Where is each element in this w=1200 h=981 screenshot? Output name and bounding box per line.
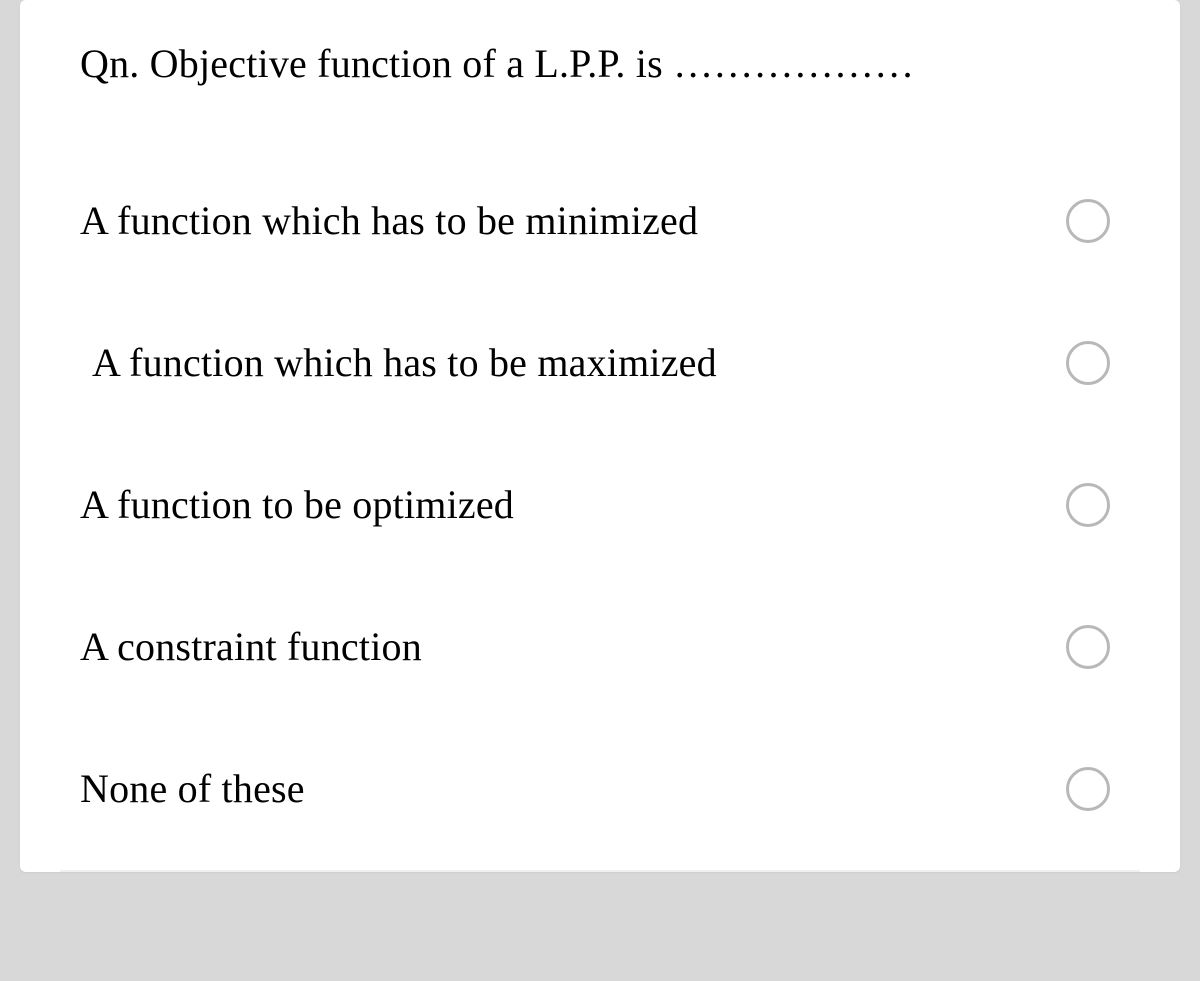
radio-button[interactable] <box>1066 483 1110 527</box>
divider <box>60 870 1140 872</box>
option-row[interactable]: A function which has to be minimized <box>80 197 1120 244</box>
question-text: Qn. Objective function of a L.P.P. is ……… <box>80 40 1120 87</box>
radio-button[interactable] <box>1066 625 1110 669</box>
option-row[interactable]: A function to be optimized <box>80 481 1120 528</box>
radio-button[interactable] <box>1066 341 1110 385</box>
option-label: A function which has to be maximized <box>80 339 1066 386</box>
option-label: A function which has to be minimized <box>80 197 1066 244</box>
radio-button[interactable] <box>1066 199 1110 243</box>
radio-button[interactable] <box>1066 767 1110 811</box>
option-row[interactable]: A function which has to be maximized <box>80 339 1120 386</box>
option-row[interactable]: A constraint function <box>80 623 1120 670</box>
options-list: A function which has to be minimized A f… <box>80 197 1120 842</box>
option-label: A constraint function <box>80 623 1066 670</box>
question-card: Qn. Objective function of a L.P.P. is ……… <box>20 0 1180 872</box>
option-label: A function to be optimized <box>80 481 1066 528</box>
option-row[interactable]: None of these <box>80 765 1120 812</box>
option-label: None of these <box>80 765 1066 812</box>
